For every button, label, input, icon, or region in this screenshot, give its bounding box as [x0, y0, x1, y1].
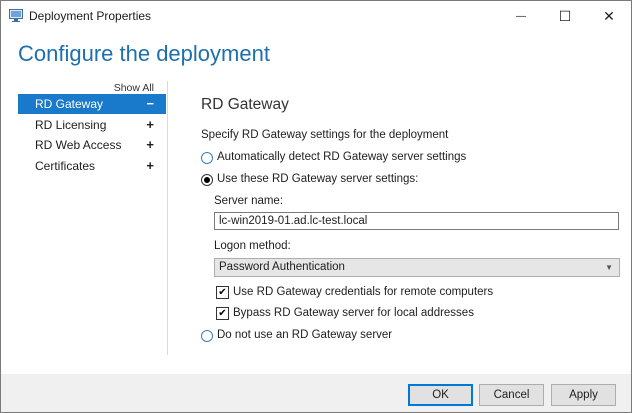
close-button[interactable]: ✕ — [587, 1, 631, 31]
maximize-button[interactable]: ☐ — [543, 1, 587, 31]
page-heading: Configure the deployment — [18, 41, 270, 66]
nav-item-label: RD Licensing — [35, 118, 107, 132]
no-gateway-radio[interactable] — [201, 330, 213, 342]
expand-icon: + — [146, 117, 154, 132]
auto-detect-label[interactable]: Automatically detect RD Gateway server s… — [217, 151, 466, 163]
auto-detect-radio[interactable] — [201, 152, 213, 164]
section-description: Specify RD Gateway settings for the depl… — [201, 129, 449, 141]
check-icon: ✔ — [218, 308, 227, 319]
nav-item-certificates[interactable]: Certificates + — [18, 156, 166, 176]
section-title: RD Gateway — [201, 96, 289, 113]
server-name-label: Server name: — [214, 195, 284, 207]
server-manager-icon — [9, 9, 23, 22]
use-settings-label[interactable]: Use these RD Gateway server settings: — [217, 173, 418, 185]
maximize-icon: ☐ — [558, 7, 572, 24]
use-settings-radio[interactable] — [201, 174, 213, 186]
deployment-properties-window: Deployment Properties — ☐ ✕ Configure th… — [0, 0, 632, 413]
use-credentials-label[interactable]: Use RD Gateway credentials for remote co… — [233, 286, 493, 298]
title-bar[interactable]: Deployment Properties — ☐ ✕ — [1, 1, 631, 31]
nav-item-rd-web-access[interactable]: RD Web Access + — [18, 135, 166, 155]
chevron-down-icon: ▼ — [605, 263, 613, 272]
nav-item-label: RD Web Access — [35, 138, 122, 152]
nav-item-label: Certificates — [35, 159, 96, 173]
minimize-icon: — — [516, 10, 526, 22]
bypass-local-checkbox[interactable]: ✔ — [216, 307, 229, 320]
use-credentials-checkbox[interactable]: ✔ — [216, 286, 229, 299]
logon-method-select[interactable]: Password Authentication ▼ — [214, 258, 620, 277]
apply-button[interactable]: Apply — [551, 384, 616, 406]
nav-item-rd-licensing[interactable]: RD Licensing + — [18, 115, 166, 135]
window-title: Deployment Properties — [29, 9, 152, 23]
server-name-input[interactable]: lc-win2019-01.ad.lc-test.local — [214, 212, 619, 230]
no-gateway-label[interactable]: Do not use an RD Gateway server — [217, 329, 392, 341]
left-nav: Show All RD Gateway − RD Licensing + RD … — [18, 79, 166, 359]
logon-method-value: Password Authentication — [219, 261, 345, 273]
radio-selected-dot — [204, 177, 210, 183]
minimize-button[interactable]: — — [499, 1, 543, 31]
show-all-link[interactable]: Show All — [114, 82, 154, 94]
cancel-button[interactable]: Cancel — [479, 384, 544, 406]
expand-icon: + — [146, 158, 154, 173]
expand-icon: + — [146, 137, 154, 152]
logon-method-label: Logon method: — [214, 240, 291, 252]
bypass-local-label[interactable]: Bypass RD Gateway server for local addre… — [233, 307, 474, 319]
close-icon: ✕ — [603, 7, 615, 24]
nav-item-rd-gateway[interactable]: RD Gateway − — [18, 94, 166, 114]
ok-button[interactable]: OK — [408, 384, 473, 406]
nav-item-label: RD Gateway — [35, 97, 104, 111]
collapse-icon: − — [146, 96, 154, 111]
nav-divider — [167, 81, 168, 355]
check-icon: ✔ — [218, 287, 227, 298]
